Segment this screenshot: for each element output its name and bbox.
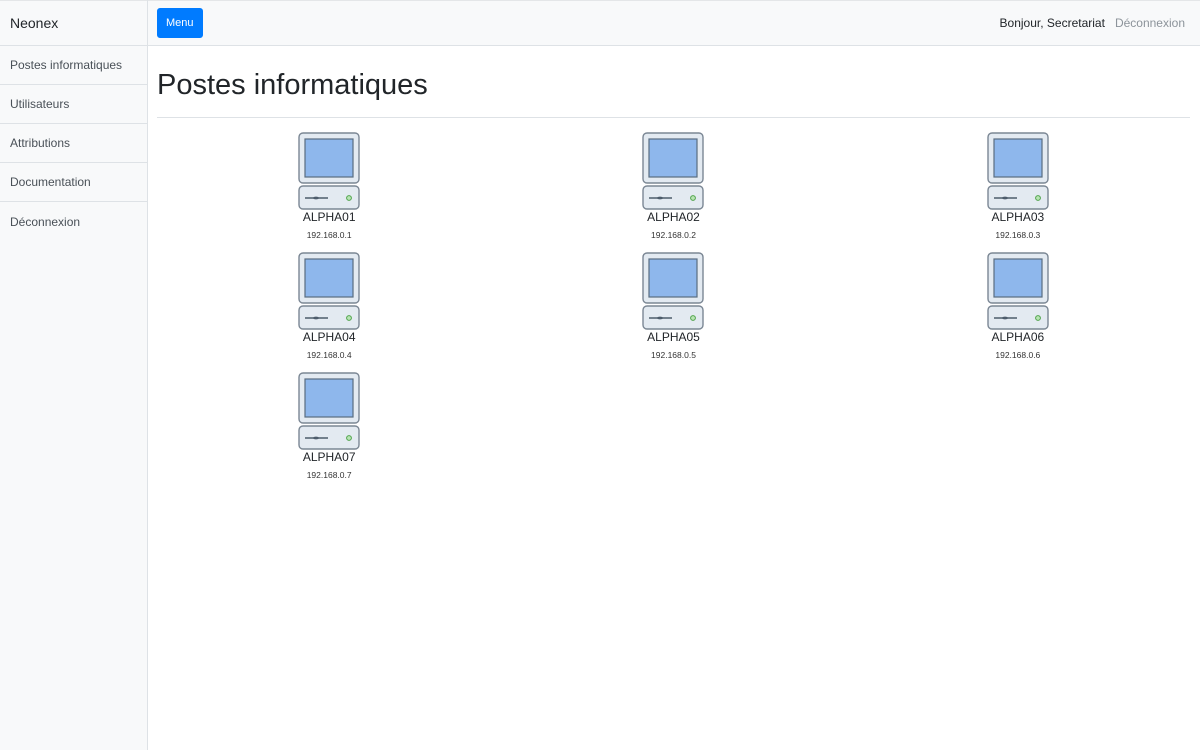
brand-logo[interactable]: Neonex [0, 0, 147, 46]
computer-ip: 192.168.0.6 [995, 350, 1041, 360]
content: Postes informatiques ALPHA01 192.168.0.1… [148, 46, 1200, 480]
computer-card[interactable]: ALPHA01 192.168.0.1 [157, 132, 501, 240]
computer-card[interactable]: ALPHA02 192.168.0.2 [501, 132, 845, 240]
computer-icon [987, 132, 1049, 210]
computer-ip: 192.168.0.3 [995, 230, 1041, 240]
sidebar-item-deconnexion[interactable]: Déconnexion [0, 202, 147, 241]
computer-name: ALPHA02 [647, 210, 700, 224]
logout-link[interactable]: Déconnexion [1115, 16, 1185, 30]
computer-ip: 192.168.0.4 [306, 350, 352, 360]
computer-name: ALPHA06 [991, 330, 1045, 344]
computer-name: ALPHA05 [647, 330, 700, 344]
computer-card[interactable]: ALPHA05 192.168.0.5 [501, 252, 845, 360]
page-title: Postes informatiques [157, 69, 1190, 118]
computer-name: ALPHA04 [302, 330, 356, 344]
computer-icon [642, 252, 705, 330]
computer-grid: ALPHA01 192.168.0.1 ALPHA02 192.168.0.2 … [157, 132, 1190, 480]
computer-name: ALPHA03 [991, 210, 1045, 224]
sidebar: Neonex Postes informatiques Utilisateurs… [0, 0, 148, 750]
sidebar-item-documentation[interactable]: Documentation [0, 163, 147, 202]
computer-ip: 192.168.0.2 [651, 230, 696, 240]
computer-icon [298, 372, 360, 450]
computer-card[interactable]: ALPHA04 192.168.0.4 [157, 252, 501, 360]
computer-icon [298, 252, 360, 330]
computer-icon [642, 132, 705, 210]
sidebar-item-utilisateurs[interactable]: Utilisateurs [0, 85, 147, 124]
app-window: Neonex Postes informatiques Utilisateurs… [0, 0, 1200, 750]
menu-button[interactable]: Menu [157, 8, 203, 38]
computer-ip: 192.168.0.7 [306, 470, 352, 480]
computer-ip: 192.168.0.5 [651, 350, 696, 360]
greeting-text: Bonjour, Secretariat [999, 16, 1105, 30]
computer-name: ALPHA07 [302, 450, 356, 464]
sidebar-item-postes[interactable]: Postes informatiques [0, 46, 147, 85]
computer-card[interactable]: ALPHA06 192.168.0.6 [846, 252, 1190, 360]
main-area: Menu Bonjour, Secretariat Déconnexion Po… [148, 0, 1200, 750]
computer-icon [987, 252, 1049, 330]
computer-card[interactable]: ALPHA03 192.168.0.3 [846, 132, 1190, 240]
sidebar-item-attributions[interactable]: Attributions [0, 124, 147, 163]
computer-icon [298, 132, 360, 210]
computer-card[interactable]: ALPHA07 192.168.0.7 [157, 372, 501, 480]
computer-name: ALPHA01 [302, 210, 356, 224]
computer-ip: 192.168.0.1 [306, 230, 352, 240]
top-navbar: Menu Bonjour, Secretariat Déconnexion [148, 0, 1200, 46]
